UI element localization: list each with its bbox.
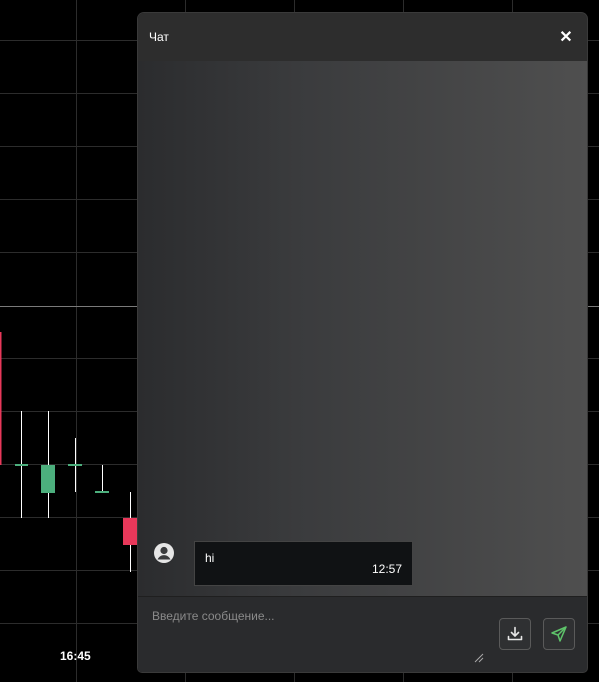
chat-header: Чат ✕ bbox=[138, 13, 587, 61]
candle-body bbox=[95, 491, 109, 493]
download-icon bbox=[507, 626, 523, 641]
message-composer bbox=[138, 596, 587, 672]
candle-body bbox=[15, 464, 28, 466]
candle-down bbox=[123, 518, 139, 545]
candle-up bbox=[41, 465, 55, 493]
chat-title: Чат bbox=[149, 30, 169, 44]
message-bubble: hi 12:57 bbox=[194, 541, 413, 586]
send-button[interactable] bbox=[543, 618, 575, 650]
candle-down bbox=[0, 332, 2, 465]
chat-messages: hi 12:57 bbox=[138, 61, 587, 596]
resize-handle-icon[interactable] bbox=[474, 653, 484, 663]
message-item: hi 12:57 bbox=[152, 541, 413, 586]
download-button[interactable] bbox=[499, 618, 531, 650]
candle-body bbox=[68, 464, 82, 466]
send-icon bbox=[551, 626, 567, 642]
user-avatar-icon bbox=[154, 543, 174, 563]
message-time: 12:57 bbox=[371, 562, 402, 576]
message-input[interactable] bbox=[150, 607, 488, 663]
candles bbox=[0, 332, 139, 572]
chat-panel: Чат ✕ hi 12:57 bbox=[138, 13, 587, 672]
time-axis-label: 16:45 bbox=[60, 649, 91, 663]
message-text: hi bbox=[205, 551, 215, 565]
close-icon[interactable]: ✕ bbox=[557, 28, 575, 46]
